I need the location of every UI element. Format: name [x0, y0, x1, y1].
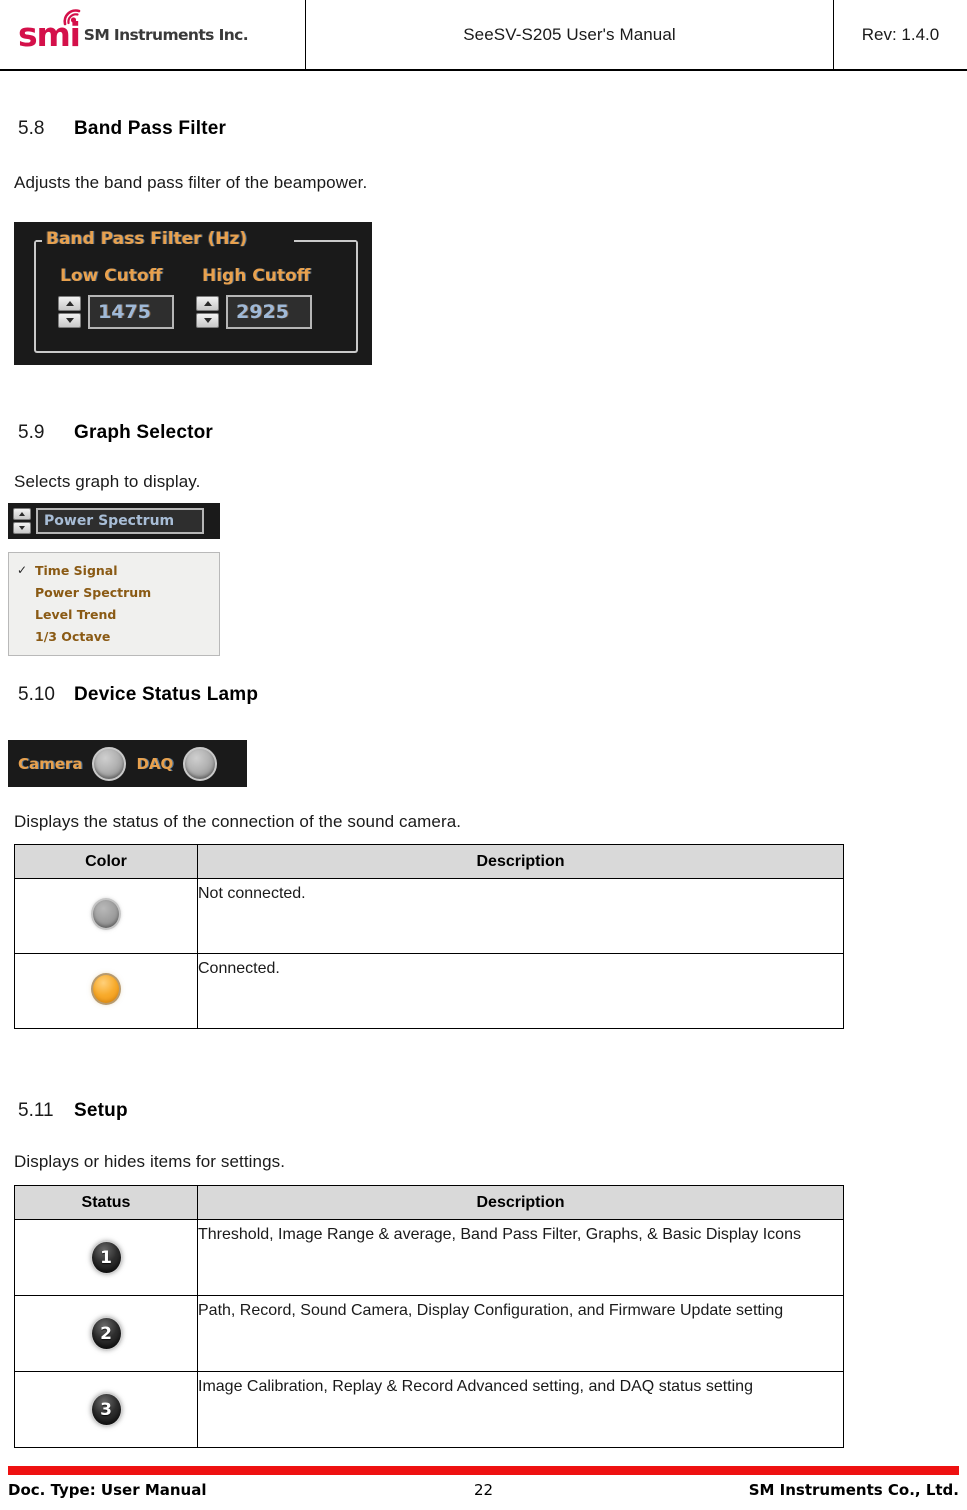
section-body-setup: Displays or hides items for settings.	[14, 1152, 286, 1171]
section-title-5-9: Graph Selector	[74, 422, 214, 443]
camera-status-led	[92, 746, 127, 781]
document-title: SeeSV-S205 User's Manual	[463, 24, 676, 44]
graph-selector-value[interactable]: Power Spectrum	[36, 508, 204, 534]
table-header-description: Description	[197, 844, 844, 879]
sound-wave-arc-icon	[63, 9, 81, 26]
cutoff-labels-row: Low Cutoff High Cutoff	[60, 266, 322, 286]
footer-red-rule	[8, 1466, 959, 1475]
menu-item-label: Level Trend	[35, 606, 117, 622]
section-number-5-8: 5.8	[18, 118, 45, 139]
section-heading-band-pass-filter: 5.8 Band Pass Filter	[0, 118, 226, 140]
menu-item-one-third-octave[interactable]: 1/3 Octave	[9, 625, 219, 647]
low-cutoff-decrement-button[interactable]	[58, 313, 81, 328]
graph-selector-previous-button[interactable]	[13, 508, 31, 520]
footer-company: SM Instruments Co., Ltd.	[748, 1481, 959, 1499]
cell-description-setup-2: Path, Record, Sound Camera, Display Conf…	[197, 1295, 844, 1372]
logo-company-text: SM Instruments Inc.	[83, 25, 249, 44]
cell-led-connected	[14, 953, 198, 1029]
daq-lamp-label: DAQ	[136, 754, 174, 773]
header-revision-cell: Rev: 1.4.0	[834, 0, 967, 69]
logo-mark: smi	[18, 9, 81, 51]
high-cutoff-spinner[interactable]	[196, 296, 219, 328]
section-body-device-status-lamp: Displays the status of the connection of…	[14, 812, 462, 831]
low-cutoff-spinner[interactable]	[58, 296, 81, 328]
section-heading-setup: 5.11 Setup	[0, 1100, 128, 1122]
page-footer: Doc. Type: User Manual 22 SM Instruments…	[8, 1481, 959, 1499]
section-title-5-10: Device Status Lamp	[74, 684, 259, 705]
table-row: Connected.	[14, 953, 844, 1029]
low-cutoff-control[interactable]: 1475	[58, 295, 174, 329]
high-cutoff-decrement-button[interactable]	[196, 313, 219, 328]
badge-one-icon: 1	[89, 1240, 123, 1275]
section-body-band-pass-filter: Adjusts the band pass filter of the beam…	[14, 173, 368, 192]
section-number-5-11: 5.11	[18, 1100, 54, 1121]
section-number-5-9: 5.9	[18, 422, 45, 443]
document-revision: Rev: 1.4.0	[861, 24, 940, 44]
band-pass-filter-panel-screenshot: Band Pass Filter (Hz) Low Cutoff High Cu…	[14, 222, 372, 365]
company-logo: smi SM Instruments Inc.	[18, 9, 249, 51]
cell-description-setup-3: Image Calibration, Replay & Record Advan…	[197, 1371, 844, 1448]
footer-page-number: 22	[473, 1481, 494, 1499]
cell-badge-3: 3	[14, 1371, 198, 1448]
band-pass-filter-legend: Band Pass Filter (Hz)	[42, 229, 252, 249]
low-cutoff-label: Low Cutoff	[60, 266, 163, 286]
daq-status-led	[183, 746, 218, 781]
menu-item-label: Power Spectrum	[35, 584, 152, 600]
menu-item-level-trend[interactable]: Level Trend	[9, 603, 219, 625]
table-header-row: Color Description	[14, 844, 844, 879]
cell-description-setup-1: Threshold, Image Range & average, Band P…	[197, 1219, 844, 1296]
badge-three-icon: 3	[89, 1392, 123, 1427]
cell-description-connected: Connected.	[197, 953, 844, 1029]
checkmark-icon: ✓	[17, 563, 28, 577]
section-heading-graph-selector: 5.9 Graph Selector	[0, 422, 213, 444]
color-description-table: Color Description Not connected. Connect…	[14, 844, 844, 1029]
table-row: 1 Threshold, Image Range & average, Band…	[14, 1219, 844, 1296]
section-number-5-10: 5.10	[18, 684, 55, 705]
cell-led-not-connected	[14, 878, 198, 954]
menu-item-label: 1/3 Octave	[35, 628, 111, 644]
graph-selector-spinner[interactable]	[13, 508, 31, 534]
section-title-5-8: Band Pass Filter	[74, 118, 227, 139]
table-row: Not connected.	[14, 878, 844, 954]
section-body-graph-selector: Selects graph to display.	[14, 472, 201, 491]
table-header-row: Status Description	[14, 1185, 844, 1220]
header-logo-cell: smi SM Instruments Inc.	[0, 0, 306, 69]
table-header-color: Color	[14, 844, 198, 879]
cell-badge-2: 2	[14, 1295, 198, 1372]
led-orange-icon	[91, 972, 121, 1005]
cell-badge-1: 1	[14, 1219, 198, 1296]
table-header-status: Status	[14, 1185, 198, 1220]
badge-two-icon: 2	[89, 1316, 123, 1351]
graph-selector-dropdown-menu[interactable]: ✓ Time Signal Power Spectrum Level Trend…	[8, 552, 220, 656]
table-header-description: Description	[197, 1185, 844, 1220]
menu-item-time-signal[interactable]: ✓ Time Signal	[9, 559, 219, 581]
graph-selector-combo-screenshot: Power Spectrum	[8, 503, 220, 539]
high-cutoff-increment-button[interactable]	[196, 296, 219, 311]
status-description-table: Status Description 1 Threshold, Image Ra…	[14, 1185, 844, 1448]
cell-description-not-connected: Not connected.	[197, 878, 844, 954]
graph-selector-next-button[interactable]	[13, 522, 31, 534]
low-cutoff-increment-button[interactable]	[58, 296, 81, 311]
camera-lamp-label: Camera	[18, 754, 83, 773]
cutoff-inputs-row: 1475 2925	[58, 295, 312, 329]
page-header: smi SM Instruments Inc. SeeSV-S205 User'…	[0, 0, 967, 71]
menu-item-power-spectrum[interactable]: Power Spectrum	[9, 581, 219, 603]
table-row: 2 Path, Record, Sound Camera, Display Co…	[14, 1295, 844, 1372]
header-title-cell: SeeSV-S205 User's Manual	[306, 0, 834, 69]
footer-doc-type: Doc. Type: User Manual	[8, 1481, 207, 1499]
section-heading-device-status-lamp: 5.10 Device Status Lamp	[0, 684, 258, 706]
high-cutoff-input[interactable]: 2925	[226, 295, 312, 329]
high-cutoff-control[interactable]: 2925	[196, 295, 312, 329]
table-row: 3 Image Calibration, Replay & Record Adv…	[14, 1371, 844, 1448]
led-gray-icon	[91, 897, 121, 930]
device-status-lamp-screenshot: Camera DAQ	[8, 740, 247, 787]
low-cutoff-input[interactable]: 1475	[88, 295, 174, 329]
high-cutoff-label: High Cutoff	[202, 266, 311, 286]
menu-item-label: Time Signal	[35, 562, 118, 578]
section-title-5-11: Setup	[74, 1100, 128, 1121]
